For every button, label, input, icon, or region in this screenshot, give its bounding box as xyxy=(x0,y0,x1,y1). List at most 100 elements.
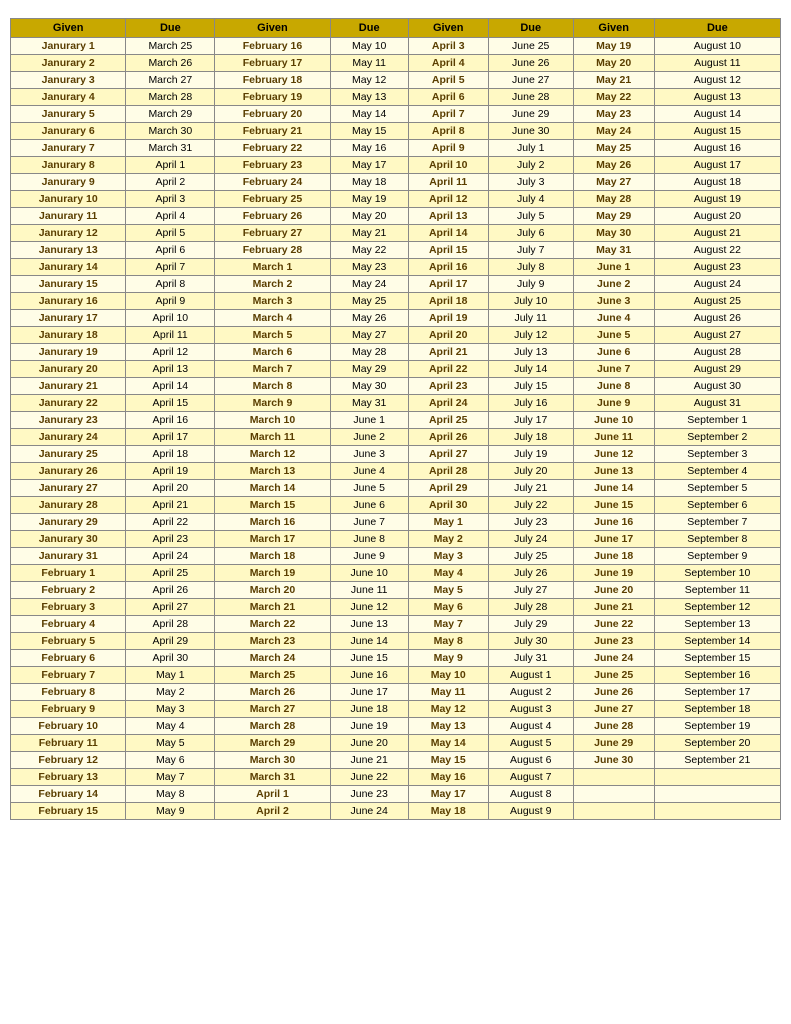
table-cell: June 28 xyxy=(488,89,573,106)
table-cell: April 19 xyxy=(126,463,215,480)
table-cell: April 29 xyxy=(126,633,215,650)
table-cell: March 30 xyxy=(215,752,330,769)
table-cell: Janurary 1 xyxy=(11,38,126,55)
table-cell: September 20 xyxy=(654,735,780,752)
table-cell: March 30 xyxy=(126,123,215,140)
table-cell: June 11 xyxy=(330,582,408,599)
table-cell: May 30 xyxy=(573,225,654,242)
table-cell: April 28 xyxy=(126,616,215,633)
table-row: Janurary 18April 11March 5May 27April 20… xyxy=(11,327,781,344)
table-cell: Janurary 3 xyxy=(11,72,126,89)
table-cell: August 2 xyxy=(488,684,573,701)
table-cell: February 9 xyxy=(11,701,126,718)
table-cell: April 11 xyxy=(126,327,215,344)
table-cell: March 17 xyxy=(215,531,330,548)
table-cell: June 20 xyxy=(573,582,654,599)
table-cell: April 21 xyxy=(408,344,488,361)
table-cell: May 17 xyxy=(408,786,488,803)
table-cell: September 4 xyxy=(654,463,780,480)
table-cell: August 28 xyxy=(654,344,780,361)
table-cell: July 7 xyxy=(488,242,573,259)
table-cell: June 26 xyxy=(573,684,654,701)
table-cell: June 22 xyxy=(330,769,408,786)
table-cell: September 9 xyxy=(654,548,780,565)
table-row: Janurary 14April 7March 1May 23April 16J… xyxy=(11,259,781,276)
table-cell: June 30 xyxy=(488,123,573,140)
table-cell: June 19 xyxy=(573,565,654,582)
table-cell: April 8 xyxy=(408,123,488,140)
table-cell: Janurary 12 xyxy=(11,225,126,242)
table-cell: August 30 xyxy=(654,378,780,395)
table-cell: Janurary 28 xyxy=(11,497,126,514)
table-cell: March 11 xyxy=(215,429,330,446)
table-cell: August 7 xyxy=(488,769,573,786)
table-cell: February 8 xyxy=(11,684,126,701)
table-cell: February 5 xyxy=(11,633,126,650)
table-cell: February 12 xyxy=(11,752,126,769)
table-cell: June 27 xyxy=(488,72,573,89)
table-cell: April 27 xyxy=(408,446,488,463)
table-cell: March 3 xyxy=(215,293,330,310)
table-cell: May 24 xyxy=(330,276,408,293)
table-cell: Janurary 27 xyxy=(11,480,126,497)
table-cell: Janurary 8 xyxy=(11,157,126,174)
table-cell: May 11 xyxy=(408,684,488,701)
table-cell: May 13 xyxy=(330,89,408,106)
table-cell: July 30 xyxy=(488,633,573,650)
table-cell: June 18 xyxy=(330,701,408,718)
table-cell: June 25 xyxy=(573,667,654,684)
table-cell: May 5 xyxy=(126,735,215,752)
table-cell: May 21 xyxy=(330,225,408,242)
table-cell: April 17 xyxy=(126,429,215,446)
column-header: Given xyxy=(573,19,654,38)
table-cell: August 18 xyxy=(654,174,780,191)
table-row: Janurary 8April 1February 23May 17April … xyxy=(11,157,781,174)
table-cell: June 30 xyxy=(573,752,654,769)
table-cell: June 23 xyxy=(573,633,654,650)
table-cell: February 18 xyxy=(215,72,330,89)
column-header: Due xyxy=(488,19,573,38)
table-cell: June 3 xyxy=(573,293,654,310)
table-cell: Janurary 4 xyxy=(11,89,126,106)
table-cell: March 2 xyxy=(215,276,330,293)
table-cell: June 25 xyxy=(488,38,573,55)
table-cell: April 30 xyxy=(408,497,488,514)
table-cell: March 26 xyxy=(126,55,215,72)
table-cell: March 6 xyxy=(215,344,330,361)
table-cell: February 3 xyxy=(11,599,126,616)
table-cell: July 5 xyxy=(488,208,573,225)
table-cell: April 8 xyxy=(126,276,215,293)
table-cell: September 12 xyxy=(654,599,780,616)
table-cell: March 9 xyxy=(215,395,330,412)
table-row: Janurary 11April 4February 26May 20April… xyxy=(11,208,781,225)
table-cell: June 9 xyxy=(330,548,408,565)
table-cell: March 31 xyxy=(126,140,215,157)
table-cell: April 14 xyxy=(408,225,488,242)
table-cell: February 24 xyxy=(215,174,330,191)
table-row: February 5April 29March 23June 14May 8Ju… xyxy=(11,633,781,650)
table-cell: April 22 xyxy=(408,361,488,378)
table-row: February 14May 8April 1June 23May 17Augu… xyxy=(11,786,781,803)
table-cell: May 2 xyxy=(126,684,215,701)
table-row: Janurary 19April 12March 6May 28April 21… xyxy=(11,344,781,361)
table-cell: June 29 xyxy=(488,106,573,123)
table-cell: May 25 xyxy=(330,293,408,310)
table-cell: August 22 xyxy=(654,242,780,259)
table-cell: July 22 xyxy=(488,497,573,514)
table-cell: May 31 xyxy=(330,395,408,412)
table-cell: June 27 xyxy=(573,701,654,718)
table-cell: September 8 xyxy=(654,531,780,548)
table-cell: August 16 xyxy=(654,140,780,157)
table-cell xyxy=(573,803,654,820)
table-cell: August 15 xyxy=(654,123,780,140)
table-cell: August 14 xyxy=(654,106,780,123)
table-cell: September 16 xyxy=(654,667,780,684)
table-cell: June 6 xyxy=(573,344,654,361)
table-cell xyxy=(654,786,780,803)
table-row: February 4April 28March 22June 13May 7Ju… xyxy=(11,616,781,633)
table-cell: April 14 xyxy=(126,378,215,395)
table-row: Janurary 3March 27February 18May 12April… xyxy=(11,72,781,89)
table-cell: June 8 xyxy=(573,378,654,395)
table-cell: March 22 xyxy=(215,616,330,633)
table-cell: September 14 xyxy=(654,633,780,650)
